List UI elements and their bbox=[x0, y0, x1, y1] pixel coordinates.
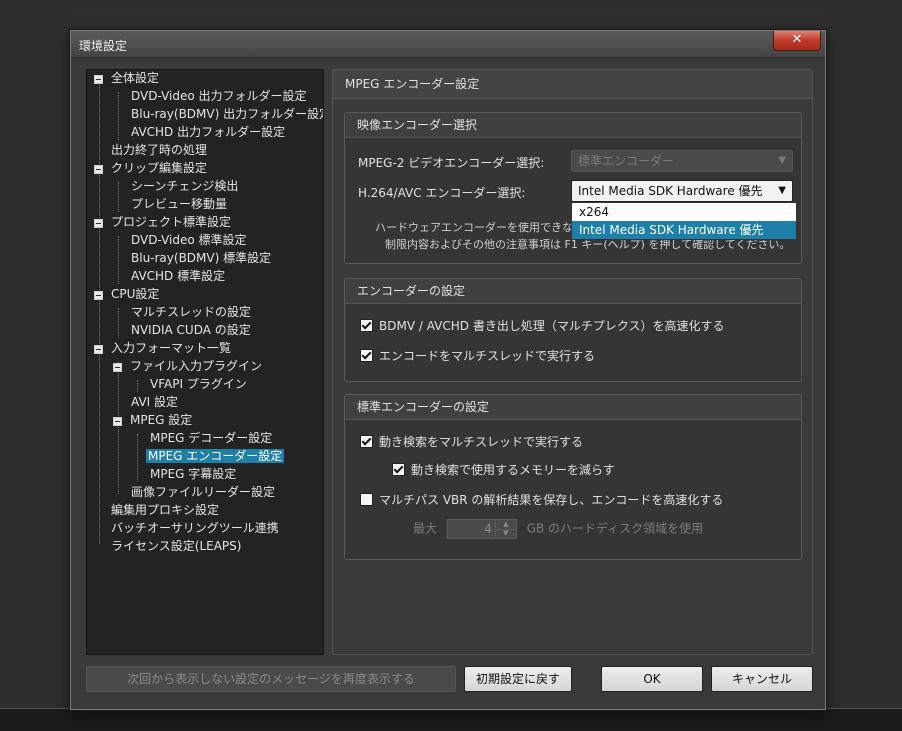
tree-item-input-formats[interactable]: 入力フォーマット一覧 bbox=[94, 340, 233, 357]
window-title: 環境設定 bbox=[79, 39, 128, 53]
checkbox-checked-icon[interactable] bbox=[360, 435, 373, 448]
tree-item-proxy[interactable]: 編集用プロキシ設定 bbox=[109, 502, 221, 519]
max-disk-value: 4 bbox=[484, 522, 492, 536]
reduce-memory-checkbox[interactable]: 動き検索で使用するメモリーを減らす bbox=[392, 463, 615, 477]
reset-defaults-button[interactable]: 初期設定に戻す bbox=[464, 666, 572, 692]
tree-item-general[interactable]: 全体設定 bbox=[94, 70, 161, 87]
tree-item-preview-move[interactable]: プレビュー移動量 bbox=[129, 196, 229, 213]
checkbox-label: BDMV / AVCHD 書き出し処理（マルチプレクス）を高速化する bbox=[379, 319, 725, 333]
checkbox-label: 動き検索をマルチスレッドで実行する bbox=[379, 435, 584, 449]
mpeg2-encoder-select: 標準エンコーダー ▼ bbox=[571, 150, 793, 172]
tree-item-mpeg[interactable]: MPEG 設定 bbox=[113, 412, 194, 429]
mpeg2-encoder-label: MPEG-2 ビデオエンコーダー選択: bbox=[358, 156, 545, 170]
tree-item-project-standard[interactable]: プロジェクト標準設定 bbox=[94, 214, 233, 231]
tree-item-scene-change[interactable]: シーンチェンジ検出 bbox=[129, 178, 240, 195]
settings-tree[interactable]: 全体設定 DVD-Video 出力フォルダー設定 Blu-ray(BDMV) 出… bbox=[86, 69, 324, 655]
reshow-messages-button: 次回から表示しない設定のメッセージを再度表示する bbox=[86, 666, 456, 692]
tree-item-batch-authoring[interactable]: バッチオーサリングツール連携 bbox=[109, 520, 281, 537]
tree-item-image-reader[interactable]: 画像ファイルリーダー設定 bbox=[129, 484, 277, 501]
tree-item-cpu[interactable]: CPU設定 bbox=[94, 286, 161, 303]
note-line-1: ハードウェアエンコーダーを使用できない場 bbox=[375, 221, 595, 234]
encoder-settings-group: エンコーダーの設定 BDMV / AVCHD 書き出し処理（マルチプレクス）を高… bbox=[344, 278, 802, 382]
tree-item-license[interactable]: ライセンス設定(LEAPS) bbox=[109, 538, 243, 555]
tree-item-clip-edit[interactable]: クリップ編集設定 bbox=[94, 160, 209, 177]
tree-item-bluray-output[interactable]: Blu-ray(BDMV) 出力フォルダー設定 bbox=[129, 106, 323, 123]
tree-line bbox=[118, 308, 119, 338]
tree-line bbox=[118, 236, 119, 284]
tree-line bbox=[137, 380, 138, 392]
checkbox-unchecked-icon[interactable] bbox=[360, 493, 373, 506]
video-encoder-group: 映像エンコーダー選択 MPEG-2 ビデオエンコーダー選択: 標準エンコーダー … bbox=[344, 112, 802, 264]
h264-encoder-label: H.264/AVC エンコーダー選択: bbox=[358, 186, 526, 200]
ok-button[interactable]: OK bbox=[601, 666, 703, 692]
collapse-icon[interactable] bbox=[94, 165, 103, 174]
dropdown-option-x264[interactable]: x264 bbox=[572, 203, 796, 221]
max-disk-spinner: 4 ▲ ▼ bbox=[446, 519, 517, 539]
collapse-icon[interactable] bbox=[113, 417, 122, 426]
tree-line bbox=[118, 182, 119, 212]
tree-item-avi[interactable]: AVI 設定 bbox=[129, 394, 180, 411]
tree-item-cuda[interactable]: NVIDIA CUDA の設定 bbox=[129, 322, 253, 339]
title-bar[interactable]: 環境設定 ✕ bbox=[71, 31, 825, 58]
multipass-vbr-checkbox[interactable]: マルチパス VBR の解析結果を保存し、エンコードを高速化する bbox=[360, 493, 723, 507]
h264-encoder-value: Intel Media SDK Hardware 優先 bbox=[578, 184, 763, 198]
tree-item-multithread[interactable]: マルチスレッドの設定 bbox=[129, 304, 253, 321]
tree-line bbox=[137, 434, 138, 482]
encoder-settings-panel: MPEG エンコーダー設定 映像エンコーダー選択 MPEG-2 ビデオエンコーダ… bbox=[332, 69, 813, 655]
group-title: エンコーダーの設定 bbox=[345, 279, 801, 304]
checkbox-checked-icon[interactable] bbox=[392, 463, 405, 476]
standard-encoder-group: 標準エンコーダーの設定 動き検索をマルチスレッドで実行する 動き検索で使用するメ… bbox=[344, 394, 802, 560]
tree-item-mpeg-subtitle[interactable]: MPEG 字幕設定 bbox=[148, 466, 238, 483]
preferences-dialog: 環境設定 ✕ 全体設定 DVD-Video 出力フォルダー設定 Blu-ray(… bbox=[70, 30, 826, 710]
tree-item-output-finish[interactable]: 出力終了時の処理 bbox=[109, 142, 209, 159]
checkbox-label: マルチパス VBR の解析結果を保存し、エンコードを高速化する bbox=[379, 493, 724, 507]
dropdown-arrow-icon: ▼ bbox=[778, 155, 786, 166]
spinner-down-icon: ▼ bbox=[494, 529, 516, 538]
collapse-icon[interactable] bbox=[94, 219, 103, 228]
tree-item-dvd-standard[interactable]: DVD-Video 標準設定 bbox=[129, 232, 249, 249]
max-label: 最大 bbox=[413, 521, 438, 536]
motion-multithread-checkbox[interactable]: 動き検索をマルチスレッドで実行する bbox=[360, 435, 583, 449]
tree-item-avchd-output[interactable]: AVCHD 出力フォルダー設定 bbox=[129, 124, 287, 141]
cancel-button[interactable]: キャンセル bbox=[711, 666, 813, 692]
panel-title: MPEG エンコーダー設定 bbox=[333, 70, 812, 99]
dropdown-arrow-icon[interactable]: ▼ bbox=[778, 181, 786, 201]
tree-item-mpeg-decoder[interactable]: MPEG デコーダー設定 bbox=[148, 430, 274, 447]
tree-item-mpeg-encoder[interactable]: MPEG エンコーダー設定 bbox=[146, 448, 285, 465]
gb-label: GB のハードディスク領域を使用 bbox=[526, 521, 704, 536]
tree-item-bluray-standard[interactable]: Blu-ray(BDMV) 標準設定 bbox=[129, 250, 273, 267]
checkbox-checked-icon[interactable] bbox=[360, 319, 373, 332]
tree-item-file-input-plugin[interactable]: ファイル入力プラグイン bbox=[113, 358, 264, 375]
dropdown-option-intel-qsv[interactable]: Intel Media SDK Hardware 優先 bbox=[572, 221, 796, 239]
multithread-encode-checkbox[interactable]: エンコードをマルチスレッドで実行する bbox=[360, 349, 595, 363]
h264-encoder-dropdown-list[interactable]: x264 Intel Media SDK Hardware 優先 bbox=[571, 202, 797, 240]
group-title: 標準エンコーダーの設定 bbox=[345, 395, 801, 420]
bdmv-fast-checkbox[interactable]: BDMV / AVCHD 書き出し処理（マルチプレクス）を高速化する bbox=[360, 319, 724, 333]
collapse-icon[interactable] bbox=[94, 291, 103, 300]
tree-line bbox=[99, 82, 100, 544]
close-button[interactable]: ✕ bbox=[773, 31, 821, 51]
tree-item-avchd-standard[interactable]: AVCHD 標準設定 bbox=[129, 268, 227, 285]
tree-item-vfapi[interactable]: VFAPI プラグイン bbox=[148, 376, 249, 393]
tree-item-dvd-output[interactable]: DVD-Video 出力フォルダー設定 bbox=[129, 88, 309, 105]
group-title: 映像エンコーダー選択 bbox=[345, 113, 801, 138]
collapse-icon[interactable] bbox=[113, 363, 122, 372]
h264-encoder-select[interactable]: Intel Media SDK Hardware 優先 ▼ bbox=[571, 180, 793, 202]
mpeg2-encoder-value: 標準エンコーダー bbox=[578, 154, 675, 168]
tree-line bbox=[118, 92, 119, 140]
checkbox-checked-icon[interactable] bbox=[360, 349, 373, 362]
checkbox-label: 動き検索で使用するメモリーを減らす bbox=[411, 463, 615, 477]
collapse-icon[interactable] bbox=[94, 75, 103, 84]
background-taskbar bbox=[0, 708, 902, 731]
collapse-icon[interactable] bbox=[94, 345, 103, 354]
checkbox-label: エンコードをマルチスレッドで実行する bbox=[379, 349, 596, 363]
max-disk-row: 最大 4 ▲ ▼ GB のハードディスク領域を使用 bbox=[413, 519, 703, 539]
